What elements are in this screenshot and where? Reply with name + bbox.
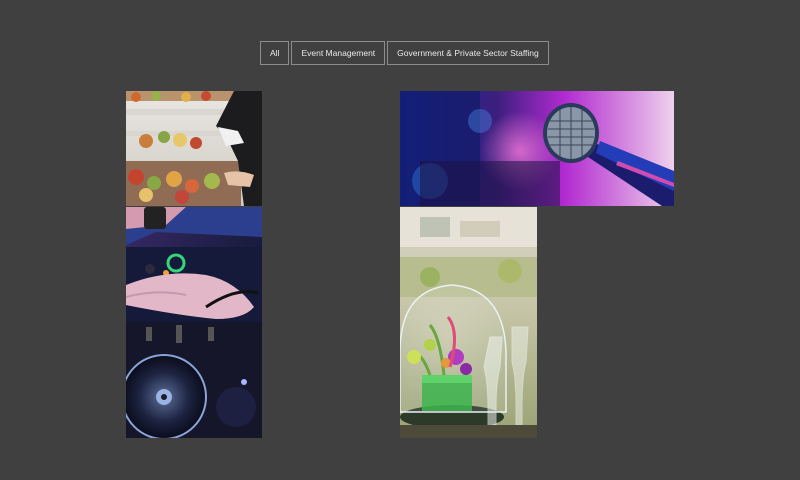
- microphone-stage-photo: [400, 91, 674, 206]
- portfolio-page: All Event Management Government & Privat…: [0, 0, 800, 480]
- gallery-item-centerpiece[interactable]: [400, 207, 537, 438]
- gallery-item-catering[interactable]: [126, 91, 262, 206]
- filter-all-button[interactable]: All: [260, 41, 290, 65]
- dj-mixer-photo: [126, 207, 262, 438]
- gallery-item-microphone[interactable]: [400, 91, 674, 206]
- glass-terrarium-centerpiece-photo: [400, 207, 537, 438]
- filter-event-management-button[interactable]: Event Management: [291, 41, 386, 65]
- gallery-item-dj[interactable]: [126, 207, 262, 438]
- filter-bar: All Event Management Government & Privat…: [260, 41, 549, 65]
- filter-staffing-button[interactable]: Government & Private Sector Staffing: [387, 41, 549, 65]
- catering-buffet-photo: [126, 91, 262, 206]
